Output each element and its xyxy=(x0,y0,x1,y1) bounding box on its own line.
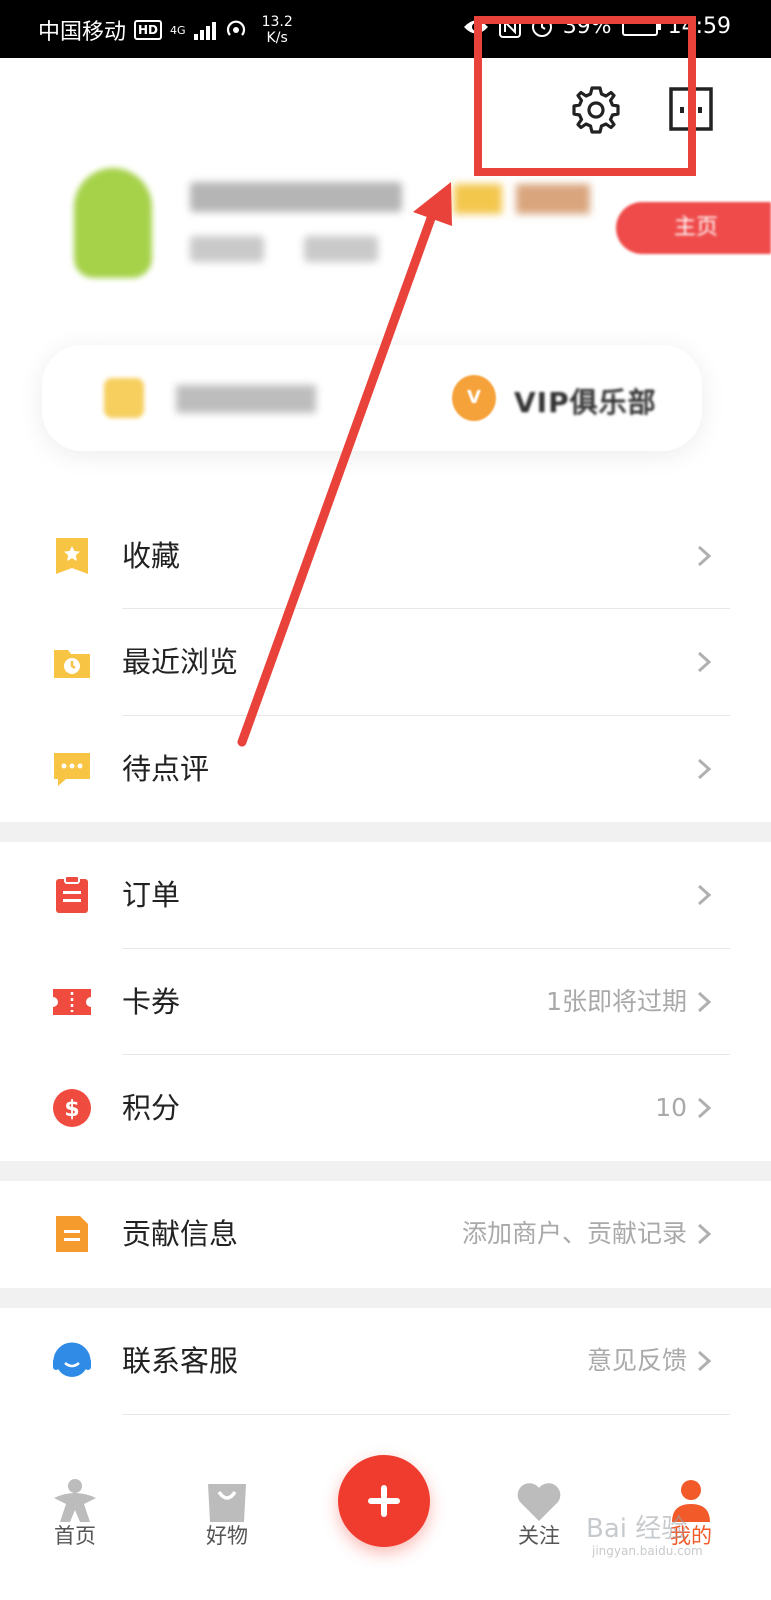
hotspot-icon xyxy=(226,20,245,36)
points-value: 10 xyxy=(655,1093,687,1122)
menu-label-favorites: 收藏 xyxy=(122,539,181,573)
menu-label-orders: 订单 xyxy=(122,878,181,912)
carrier-label: 中国移动 xyxy=(38,20,127,45)
contribution-document-icon xyxy=(56,1216,88,1252)
menu-label-contribution: 贡献信息 xyxy=(122,1217,239,1251)
home-person-icon xyxy=(54,1479,96,1522)
menu-label-recent: 最近浏览 xyxy=(122,645,239,679)
menu-label-pending-review: 待点评 xyxy=(122,752,210,786)
svg-text:$: $ xyxy=(64,1097,79,1122)
chevron-right-icon xyxy=(697,651,712,673)
menu-label-customer-service: 联系客服 xyxy=(122,1344,239,1378)
fans-obscured xyxy=(190,236,264,262)
nav-goods[interactable]: 好物 xyxy=(172,1460,282,1600)
section-gap xyxy=(0,822,771,842)
contribution-hint: 添加商户、贡献记录 xyxy=(461,1219,687,1248)
coupon-ticket-icon xyxy=(53,989,91,1015)
vip-icon: V xyxy=(452,375,496,421)
member-badge-icon xyxy=(104,378,144,418)
title-badge xyxy=(516,184,590,214)
chevron-right-icon xyxy=(697,884,712,906)
menu-label-points: 积分 xyxy=(122,1091,181,1125)
review-chat-bubble-icon xyxy=(54,753,90,786)
section-gap xyxy=(0,1288,771,1308)
menu-label-coupons: 卡券 xyxy=(122,985,181,1019)
net-speed-unit: K/s xyxy=(266,30,288,46)
menu-item-pending-review[interactable]: 待点评 xyxy=(0,716,771,822)
signal-icon xyxy=(193,20,216,40)
feedback-hint: 意见反馈 xyxy=(586,1346,687,1375)
plus-icon xyxy=(368,1485,400,1517)
section-gap xyxy=(0,1161,771,1181)
nav-follow[interactable]: 关注 xyxy=(484,1460,594,1600)
status-left: 中国移动 HD 4G 13.2 K/s xyxy=(38,14,293,46)
hd-badge: HD xyxy=(134,20,163,40)
menu-item-customer-service[interactable]: 联系客服 意见反馈 xyxy=(0,1308,771,1414)
heart-icon xyxy=(517,1483,561,1521)
customer-service-headset-icon xyxy=(53,1342,91,1377)
divider xyxy=(122,1414,730,1415)
net-speed: 13.2 K/s xyxy=(262,14,293,46)
menu-item-orders[interactable]: 订单 xyxy=(0,842,771,948)
points-dollar-icon: $ xyxy=(53,1089,91,1127)
network-label: 4G xyxy=(170,23,186,37)
nav-label-home: 首页 xyxy=(54,1524,96,1548)
watermark-text: Bai 经验 xyxy=(586,1514,688,1544)
vip-club-link[interactable]: VIP俱乐部 xyxy=(514,381,657,421)
chevron-right-icon xyxy=(697,545,712,567)
chevron-right-icon xyxy=(697,1350,712,1372)
chevron-right-icon xyxy=(697,991,712,1013)
chevron-right-icon xyxy=(697,1223,712,1245)
net-speed-value: 13.2 xyxy=(261,14,293,30)
coupon-expiry-hint: 1张即将过期 xyxy=(546,987,687,1016)
menu-item-recent[interactable]: 最近浏览 xyxy=(0,609,771,715)
shopping-bag-icon xyxy=(208,1484,246,1522)
nav-label-goods: 好物 xyxy=(206,1524,248,1548)
order-clipboard-icon xyxy=(56,875,88,913)
add-post-button[interactable] xyxy=(338,1455,430,1547)
menu-item-coupons[interactable]: 卡券 1张即将过期 xyxy=(0,949,771,1055)
chevron-right-icon xyxy=(697,758,712,780)
homepage-button[interactable]: 主页 xyxy=(616,202,771,254)
membership-card: V VIP俱乐部 xyxy=(42,345,702,451)
nav-label-follow: 关注 xyxy=(518,1524,560,1548)
recent-folder-clock-icon xyxy=(54,650,90,678)
menu-item-contribution[interactable]: 贡献信息 添加商户、贡献记录 xyxy=(0,1181,771,1287)
annotation-highlight-box xyxy=(474,16,696,176)
username-obscured xyxy=(190,182,402,212)
nav-home[interactable]: 首页 xyxy=(20,1460,130,1600)
favorites-bookmark-icon xyxy=(56,538,88,574)
member-label-obscured[interactable] xyxy=(176,385,316,413)
watermark-sub: jingyan.baidu.com xyxy=(592,1544,703,1558)
level-badge xyxy=(454,184,502,214)
menu-item-points[interactable]: $ 积分 10 xyxy=(0,1055,771,1161)
avatar[interactable] xyxy=(74,168,152,278)
stats-obscured xyxy=(304,236,378,262)
menu-item-favorites[interactable]: 收藏 xyxy=(0,503,771,609)
watermark: Bai 经验 jingyan.baidu.com xyxy=(586,1508,766,1588)
chevron-right-icon xyxy=(697,1097,712,1119)
